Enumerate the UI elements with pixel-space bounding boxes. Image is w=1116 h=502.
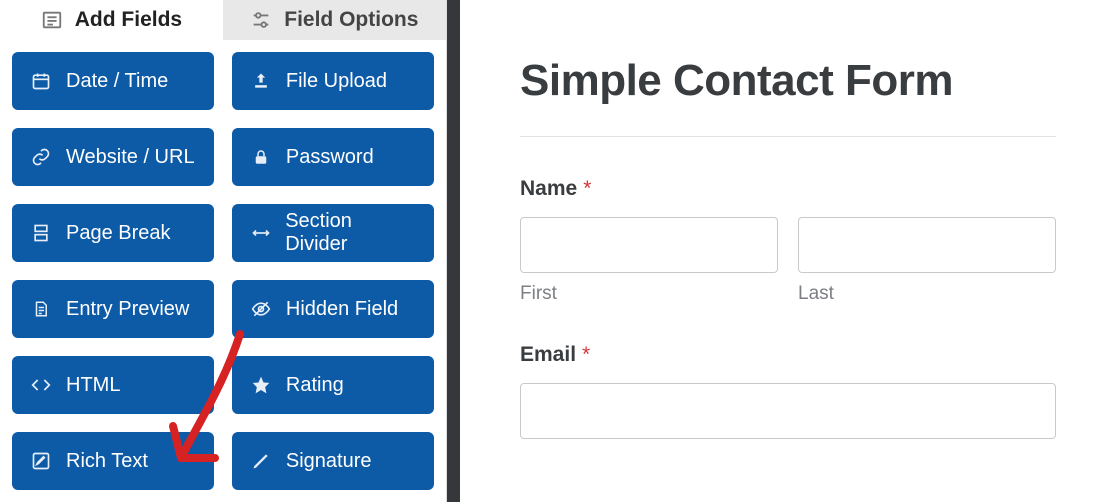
- field-label: Section Divider: [285, 210, 416, 256]
- tabs: Add Fields Field Options: [0, 0, 446, 40]
- field-entry-preview[interactable]: Entry Preview: [12, 280, 214, 338]
- tab-field-options[interactable]: Field Options: [223, 0, 446, 40]
- field-label: Hidden Field: [286, 298, 398, 321]
- name-label-text: Name: [520, 177, 577, 200]
- tab-add-fields[interactable]: Add Fields: [0, 0, 223, 40]
- upload-icon: [250, 70, 272, 92]
- email-label-text: Email: [520, 343, 576, 366]
- page-break-icon: [30, 222, 52, 244]
- field-label: Rating: [286, 374, 344, 397]
- last-name-input[interactable]: [798, 217, 1056, 273]
- link-icon: [30, 146, 52, 168]
- left-panel: Add Fields Field Options Date / Time Fil…: [0, 0, 447, 502]
- form-icon: [41, 9, 63, 31]
- name-field-group[interactable]: Name * First Last: [520, 177, 1056, 343]
- field-html[interactable]: HTML: [12, 356, 214, 414]
- field-label: Password: [286, 146, 374, 169]
- field-hidden-field[interactable]: Hidden Field: [232, 280, 434, 338]
- email-field-group[interactable]: Email *: [520, 343, 1056, 439]
- email-label: Email *: [520, 343, 1056, 367]
- field-signature[interactable]: Signature: [232, 432, 434, 490]
- field-label: Date / Time: [66, 70, 168, 93]
- field-label: File Upload: [286, 70, 387, 93]
- code-icon: [30, 374, 52, 396]
- email-input[interactable]: [520, 383, 1056, 439]
- eye-slash-icon: [250, 298, 272, 320]
- first-name-input[interactable]: [520, 217, 778, 273]
- field-rich-text[interactable]: Rich Text: [12, 432, 214, 490]
- star-icon: [250, 374, 272, 396]
- sliders-icon: [250, 9, 272, 31]
- fields-list: Date / Time File Upload Website / URL Pa…: [0, 40, 446, 502]
- lock-icon: [250, 146, 272, 168]
- field-date-time[interactable]: Date / Time: [12, 52, 214, 110]
- field-label: Entry Preview: [66, 298, 189, 321]
- name-label: Name *: [520, 177, 1056, 201]
- field-label: Rich Text: [66, 450, 148, 473]
- field-label: Signature: [286, 450, 372, 473]
- field-page-break[interactable]: Page Break: [12, 204, 214, 262]
- calendar-icon: [30, 70, 52, 92]
- field-label: HTML: [66, 374, 120, 397]
- edit-icon: [30, 450, 52, 472]
- field-section-divider[interactable]: Section Divider: [232, 204, 434, 262]
- tab-add-fields-label: Add Fields: [75, 8, 182, 32]
- required-indicator: *: [583, 177, 591, 200]
- field-rating[interactable]: Rating: [232, 356, 434, 414]
- tab-field-options-label: Field Options: [284, 8, 418, 32]
- field-label: Website / URL: [66, 146, 195, 169]
- panel-divider: [447, 0, 460, 502]
- title-divider: [520, 136, 1056, 137]
- document-icon: [30, 298, 52, 320]
- field-file-upload[interactable]: File Upload: [232, 52, 434, 110]
- field-password[interactable]: Password: [232, 128, 434, 186]
- form-preview: Simple Contact Form Name * First Last Ema…: [460, 0, 1116, 502]
- pencil-icon: [250, 450, 272, 472]
- field-website-url[interactable]: Website / URL: [12, 128, 214, 186]
- form-title[interactable]: Simple Contact Form: [520, 56, 1056, 106]
- required-indicator: *: [582, 343, 590, 366]
- first-name-sublabel: First: [520, 283, 778, 305]
- last-name-sublabel: Last: [798, 283, 1056, 305]
- divider-icon: [250, 222, 271, 244]
- field-label: Page Break: [66, 222, 171, 245]
